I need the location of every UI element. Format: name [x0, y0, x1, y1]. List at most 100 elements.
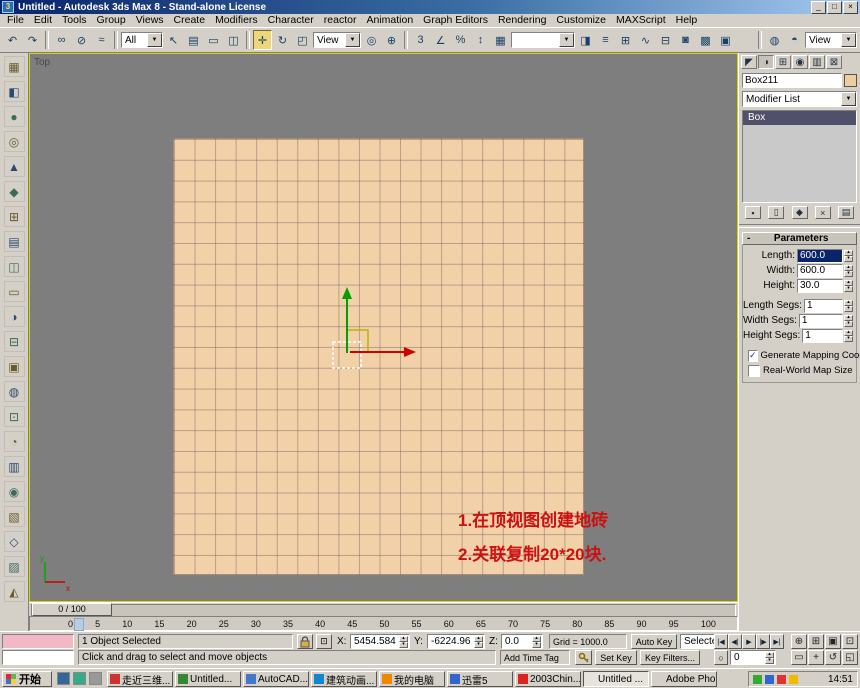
select-link-icon[interactable]: ∞ [52, 30, 71, 50]
menu-tools[interactable]: Tools [57, 14, 92, 27]
tray-icon[interactable] [765, 675, 774, 684]
task-button[interactable]: 迅雷5 [447, 671, 513, 687]
menu-create[interactable]: Create [169, 14, 211, 27]
pan-icon[interactable]: + [808, 650, 824, 665]
render-scene-icon[interactable]: ▩ [696, 30, 715, 50]
left-toolbar-icon[interactable]: ▲ [4, 156, 25, 177]
pin-stack-icon[interactable]: ▪ [745, 206, 761, 219]
align-icon[interactable]: ≡ [596, 30, 615, 50]
menu-group[interactable]: Group [92, 14, 131, 27]
snap-toggle-icon[interactable]: 3 [411, 30, 430, 50]
task-button[interactable]: 2003Chin... [515, 671, 581, 687]
left-toolbar-icon[interactable]: ◇ [4, 531, 25, 552]
width-segs-field[interactable]: 1 [799, 314, 843, 328]
left-toolbar-icon[interactable]: ▨ [4, 556, 25, 577]
previous-frame-icon[interactable]: ◀| [728, 634, 742, 649]
viewport-label[interactable]: Top [34, 57, 50, 68]
select-and-rotate-icon[interactable]: ↻ [273, 30, 292, 50]
menu-reactor[interactable]: reactor [319, 14, 362, 27]
rect-selection-region-icon[interactable]: ▭ [204, 30, 223, 50]
configure-modifier-sets-icon[interactable]: ▤ [838, 206, 854, 219]
zoom-extents-all-icon[interactable]: ⊡ [842, 634, 858, 649]
tray-icon[interactable] [789, 675, 798, 684]
quick-render-icon[interactable]: ▣ [716, 30, 735, 50]
width-field[interactable]: 600.0 [797, 264, 843, 278]
left-toolbar-icon[interactable]: ◎ [4, 131, 25, 152]
arc-rotate-icon[interactable]: ↺ [825, 650, 841, 665]
menu-customize[interactable]: Customize [551, 14, 611, 27]
left-toolbar-icon[interactable]: ◍ [4, 381, 25, 402]
left-toolbar-icon[interactable]: ● [4, 106, 25, 127]
height-field[interactable]: 30.0 [797, 279, 843, 293]
time-slider-handle[interactable]: 0 / 100 [32, 603, 112, 616]
left-toolbar-icon[interactable]: ▣ [4, 356, 25, 377]
minimize-icon[interactable]: _ [811, 1, 826, 14]
bind-spacewarp-icon[interactable]: ≈ [92, 30, 111, 50]
material-editor-icon[interactable]: ◙ [676, 30, 695, 50]
left-toolbar-icon[interactable]: ▭ [4, 281, 25, 302]
add-time-tag[interactable]: Add Time Tag [500, 650, 570, 665]
show-end-result-icon[interactable]: ▯ [768, 206, 784, 219]
make-unique-icon[interactable]: ◆ [792, 206, 808, 219]
select-and-scale-icon[interactable]: ◰ [293, 30, 312, 50]
width-segs-spinner[interactable]: ▴▾ [844, 315, 853, 327]
track-bar[interactable]: 0510152025303540455055606570758085909510… [29, 616, 738, 631]
named-selection-dropdown[interactable]: ▼ [511, 32, 575, 48]
hierarchy-tab-icon[interactable]: ⊞ [775, 55, 791, 69]
current-frame-field[interactable]: 0 ▴▾ [730, 650, 776, 665]
left-toolbar-icon[interactable]: ◆ [4, 181, 25, 202]
start-button[interactable]: 开始 [2, 671, 52, 687]
absolute-offset-icon[interactable]: ⊡ [316, 634, 332, 649]
maximize-icon[interactable]: □ [827, 1, 842, 14]
window-crossing-icon[interactable]: ◫ [224, 30, 243, 50]
quick-launch-icon[interactable] [73, 672, 86, 685]
zoom-icon[interactable]: ⊕ [791, 634, 807, 649]
toolbar-extra-icon[interactable]: ◓ [785, 30, 804, 50]
modifier-stack[interactable]: Box [742, 110, 857, 203]
left-toolbar-icon[interactable]: ◧ [4, 81, 25, 102]
remove-modifier-icon[interactable]: × [815, 206, 831, 219]
task-button[interactable]: 建筑动画... [311, 671, 377, 687]
menu-animation[interactable]: Animation [361, 14, 418, 27]
zoom-extents-icon[interactable]: ▣ [825, 634, 841, 649]
zoom-all-icon[interactable]: ⊞ [808, 634, 824, 649]
percent-snap-icon[interactable]: % [451, 30, 470, 50]
min-max-toggle-icon[interactable]: ◱ [842, 650, 858, 665]
toolbar-extra-icon[interactable]: ◍ [765, 30, 784, 50]
undo-icon[interactable]: ↶ [3, 30, 22, 50]
key-filters-button[interactable]: Key Filters... [640, 650, 700, 665]
select-manipulate-icon[interactable]: ⊕ [382, 30, 401, 50]
x-coord-field[interactable]: 5454.584 ▴▾ [350, 634, 410, 649]
select-object-icon[interactable]: ↖ [164, 30, 183, 50]
menu-graph-editors[interactable]: Graph Editors [418, 14, 493, 27]
real-world-map-checkbox[interactable] [748, 365, 760, 377]
viewport-top[interactable]: Top 1.在顶视图创建地砖 2.关联复制20*20块. y x [29, 53, 738, 602]
task-button[interactable]: 走近三维... [107, 671, 173, 687]
generate-mapping-checkbox[interactable]: ✓ [748, 350, 758, 362]
y-coord-field[interactable]: -6224.96 ▴▾ [427, 634, 485, 649]
schematic-view-icon[interactable]: ⊟ [656, 30, 675, 50]
zoom-region-icon[interactable]: ▭ [791, 650, 807, 665]
left-toolbar-icon[interactable]: ▥ [4, 456, 25, 477]
task-button[interactable]: AutoCAD... [243, 671, 309, 687]
reference-coordinate-dropdown[interactable]: View ▼ [313, 32, 361, 48]
close-icon[interactable]: × [843, 1, 858, 14]
go-to-end-icon[interactable]: ▶| [770, 634, 784, 649]
set-key-button[interactable]: Set Key [595, 650, 637, 665]
left-toolbar-icon[interactable]: ⊡ [4, 406, 25, 427]
menu-views[interactable]: Views [131, 14, 169, 27]
tray-icon[interactable] [753, 675, 762, 684]
unlink-icon[interactable]: ⊘ [72, 30, 91, 50]
menu-edit[interactable]: Edit [29, 14, 57, 27]
length-spinner[interactable]: ▴▾ [844, 250, 853, 262]
spinner-snap-icon[interactable]: ↕ [471, 30, 490, 50]
length-segs-field[interactable]: 1 [804, 299, 843, 313]
left-toolbar-icon[interactable]: ▧ [4, 506, 25, 527]
task-button[interactable]: 我的电脑 [379, 671, 445, 687]
maxscript-mini-listener[interactable] [2, 650, 74, 665]
quick-launch-icon[interactable] [57, 672, 70, 685]
left-toolbar-icon[interactable]: ◉ [4, 481, 25, 502]
menu-file[interactable]: File [2, 14, 29, 27]
left-toolbar-icon[interactable]: ⊟ [4, 331, 25, 352]
left-toolbar-icon[interactable]: ◔ [4, 431, 25, 452]
